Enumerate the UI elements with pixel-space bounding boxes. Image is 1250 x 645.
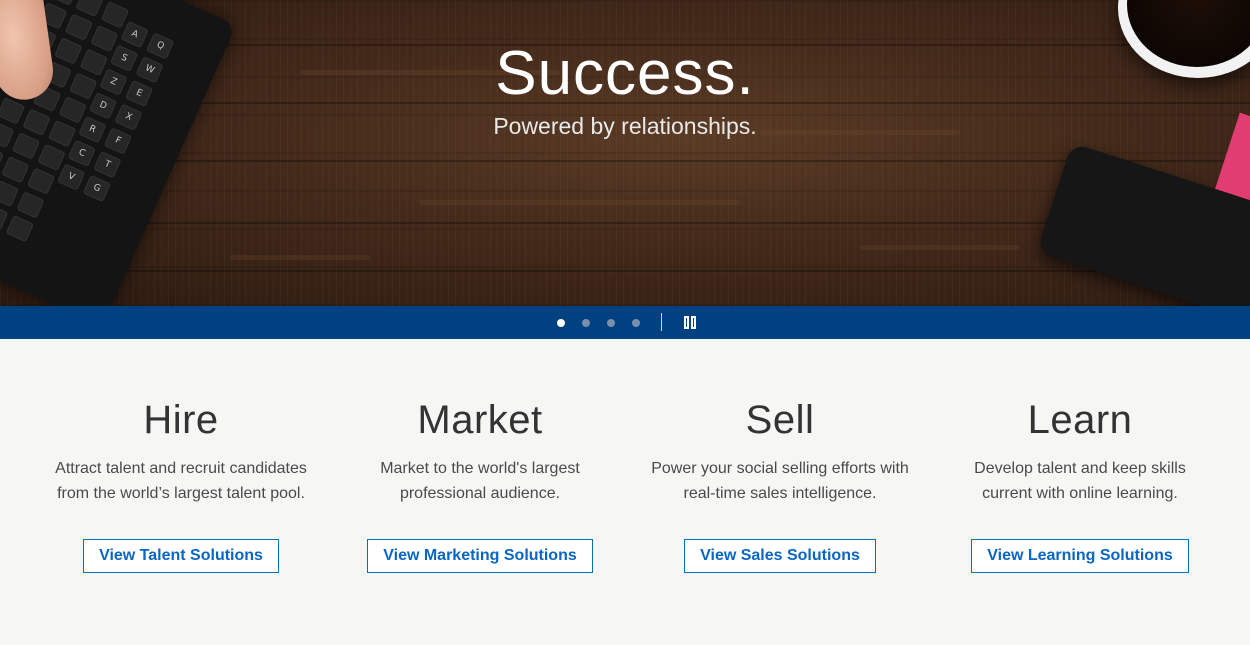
solution-heading: Hire <box>143 398 219 442</box>
keyboard-key <box>16 191 45 219</box>
solution-learn: Learn Develop talent and keep skills cur… <box>930 398 1230 573</box>
carousel-dot-3[interactable] <box>607 319 615 327</box>
description-line: professional audience. <box>399 485 561 502</box>
wood-grain <box>860 245 1020 250</box>
carousel-dot-4[interactable] <box>632 319 640 327</box>
view-marketing-solutions-button[interactable]: View Marketing Solutions <box>367 539 593 573</box>
keyboard-key <box>26 167 56 195</box>
solution-market: Market Market to the world's largest pro… <box>330 398 630 573</box>
carousel-dot-2[interactable] <box>582 319 590 327</box>
view-sales-solutions-button[interactable]: View Sales Solutions <box>684 539 876 573</box>
keyboard-key <box>37 143 66 171</box>
solution-description: Power your social selling efforts with r… <box>630 456 930 516</box>
phone-image <box>1036 142 1250 306</box>
carousel-divider <box>661 313 662 331</box>
keyboard-key: V <box>57 163 86 191</box>
keyboard-key: G <box>82 174 111 203</box>
keyboard-key <box>100 1 130 29</box>
hero-title: Success. <box>495 39 755 108</box>
wood-plank-line <box>0 270 1250 272</box>
hero-banner: AQSWZEDXRFCTVG Success. Powered by relat… <box>0 0 1250 306</box>
carousel-controls <box>0 306 1250 339</box>
keyboard-key <box>75 0 104 18</box>
pause-icon[interactable] <box>684 316 698 330</box>
wood-plank-line <box>0 160 1250 162</box>
solution-heading: Sell <box>745 398 815 442</box>
solution-description: Develop talent and keep skills current w… <box>930 456 1230 516</box>
description-line: current with online learning. <box>982 485 1178 502</box>
solution-description: Market to the world's largest profession… <box>330 456 630 516</box>
view-talent-solutions-button[interactable]: View Talent Solutions <box>83 539 279 573</box>
keyboard-key <box>0 203 9 231</box>
description-line: Power your social selling efforts with <box>651 460 909 477</box>
solution-hire: Hire Attract talent and recruit candidat… <box>31 398 331 573</box>
description-line: Attract talent and recruit candidates <box>55 460 307 477</box>
solution-heading: Market <box>417 398 543 442</box>
keyboard-key <box>0 179 19 208</box>
solution-description: Attract talent and recruit candidates fr… <box>31 456 331 516</box>
wood-grain <box>420 200 740 205</box>
carousel-dot-1[interactable] <box>557 319 565 327</box>
solution-heading: Learn <box>1027 398 1133 442</box>
keyboard-key: T <box>93 151 122 179</box>
wood-grain <box>230 255 370 260</box>
description-line: real-time sales intelligence. <box>683 485 877 502</box>
keyboard-key <box>1 156 30 184</box>
solution-sell: Sell Power your social selling efforts w… <box>630 398 930 573</box>
keyboard-key <box>5 215 34 243</box>
keyboard-key: C <box>67 139 96 167</box>
hero-subtitle: Powered by relationships. <box>493 113 757 139</box>
keyboard-key <box>64 13 93 41</box>
description-line: Develop talent and keep skills <box>974 460 1186 477</box>
description-line: Market to the world's largest <box>380 460 580 477</box>
description-line: from the world’s largest talent pool. <box>57 485 305 502</box>
view-learning-solutions-button[interactable]: View Learning Solutions <box>971 539 1189 573</box>
